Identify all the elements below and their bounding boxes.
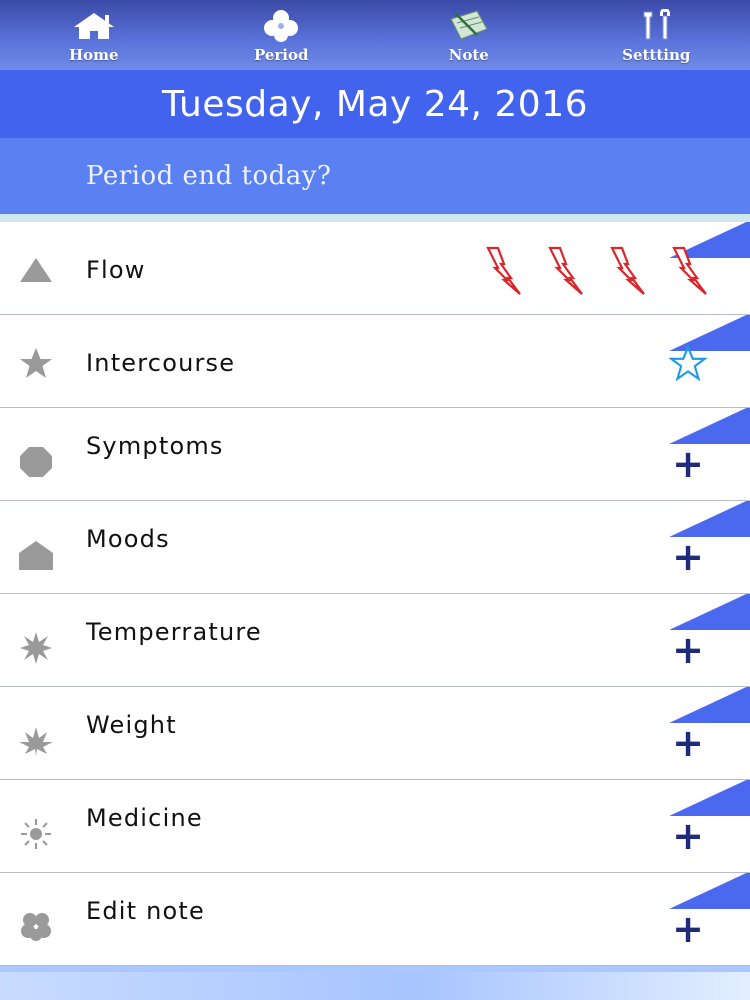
leaf-icon (16, 721, 56, 761)
top-navigation: Home Period Note Settting (0, 0, 750, 70)
notepad-icon (447, 8, 491, 44)
corner-decoration (670, 873, 750, 909)
divider (0, 214, 750, 222)
corner-decoration (670, 501, 750, 537)
flower-icon (259, 8, 303, 44)
add-moods-button[interactable]: + (668, 537, 708, 577)
corner-decoration (670, 594, 750, 630)
list-item-label: Intercourse (86, 349, 236, 377)
entry-list: Flow Intercourse Symptoms + Moods + Temp… (0, 222, 750, 966)
star-outline-icon[interactable] (668, 343, 708, 383)
octagon-icon (16, 442, 56, 482)
current-date: Tuesday, May 24, 2016 (161, 83, 589, 125)
list-item-label: Flow (86, 256, 146, 284)
add-symptoms-button[interactable]: + (668, 444, 708, 484)
sun-icon (16, 814, 56, 854)
list-item-temperature[interactable]: Temperrature + (0, 594, 750, 687)
star-icon (16, 343, 56, 383)
nav-note[interactable]: Note (399, 0, 539, 64)
list-item-label: Symptoms (86, 432, 224, 460)
bottom-background (0, 972, 750, 1000)
starburst-icon (16, 628, 56, 668)
date-header: Tuesday, May 24, 2016 (0, 70, 750, 138)
clover-icon (16, 907, 56, 947)
corner-decoration (670, 408, 750, 444)
corner-decoration (670, 687, 750, 723)
lightning-bolt-icon[interactable] (608, 246, 648, 296)
nav-period-label: Period (253, 46, 309, 64)
home-icon (72, 8, 116, 44)
list-item-label: Moods (86, 525, 170, 553)
list-item-label: Weight (86, 711, 177, 739)
nav-note-label: Note (448, 46, 489, 64)
nav-home-label: Home (68, 46, 119, 64)
list-item-weight[interactable]: Weight + (0, 687, 750, 780)
nav-home[interactable]: Home (24, 0, 164, 64)
lightning-bolt-icon[interactable] (546, 246, 586, 296)
flow-level-selector[interactable] (484, 246, 710, 296)
plus-icon: + (672, 907, 704, 951)
period-end-question: Period end today? (86, 161, 332, 191)
add-medicine-button[interactable]: + (668, 816, 708, 856)
plus-icon: + (672, 535, 704, 579)
list-item-flow[interactable]: Flow (0, 222, 750, 315)
list-item-symptoms[interactable]: Symptoms + (0, 408, 750, 501)
corner-decoration (670, 780, 750, 816)
list-item-label: Temperrature (86, 618, 262, 646)
list-item-medicine[interactable]: Medicine + (0, 780, 750, 873)
nav-period[interactable]: Period (211, 0, 351, 64)
list-item-intercourse[interactable]: Intercourse (0, 315, 750, 408)
lightning-bolt-icon[interactable] (484, 246, 524, 296)
list-item-label: Edit note (86, 897, 205, 925)
house-shape-icon (16, 535, 56, 575)
list-item-label: Medicine (86, 804, 203, 832)
tools-icon (634, 8, 678, 44)
plus-icon: + (672, 442, 704, 486)
period-end-prompt[interactable]: Period end today? (0, 138, 750, 214)
plus-icon: + (672, 721, 704, 765)
lightning-bolt-icon[interactable] (670, 246, 710, 296)
add-weight-button[interactable]: + (668, 723, 708, 763)
plus-icon: + (672, 814, 704, 858)
plus-icon: + (672, 628, 704, 672)
edit-note-button[interactable]: + (668, 909, 708, 949)
list-item-moods[interactable]: Moods + (0, 501, 750, 594)
add-temperature-button[interactable]: + (668, 630, 708, 670)
list-item-edit-note[interactable]: Edit note + (0, 873, 750, 966)
nav-settings-label: Settting (622, 46, 691, 64)
triangle-icon (16, 250, 56, 290)
nav-settings[interactable]: Settting (586, 0, 726, 64)
